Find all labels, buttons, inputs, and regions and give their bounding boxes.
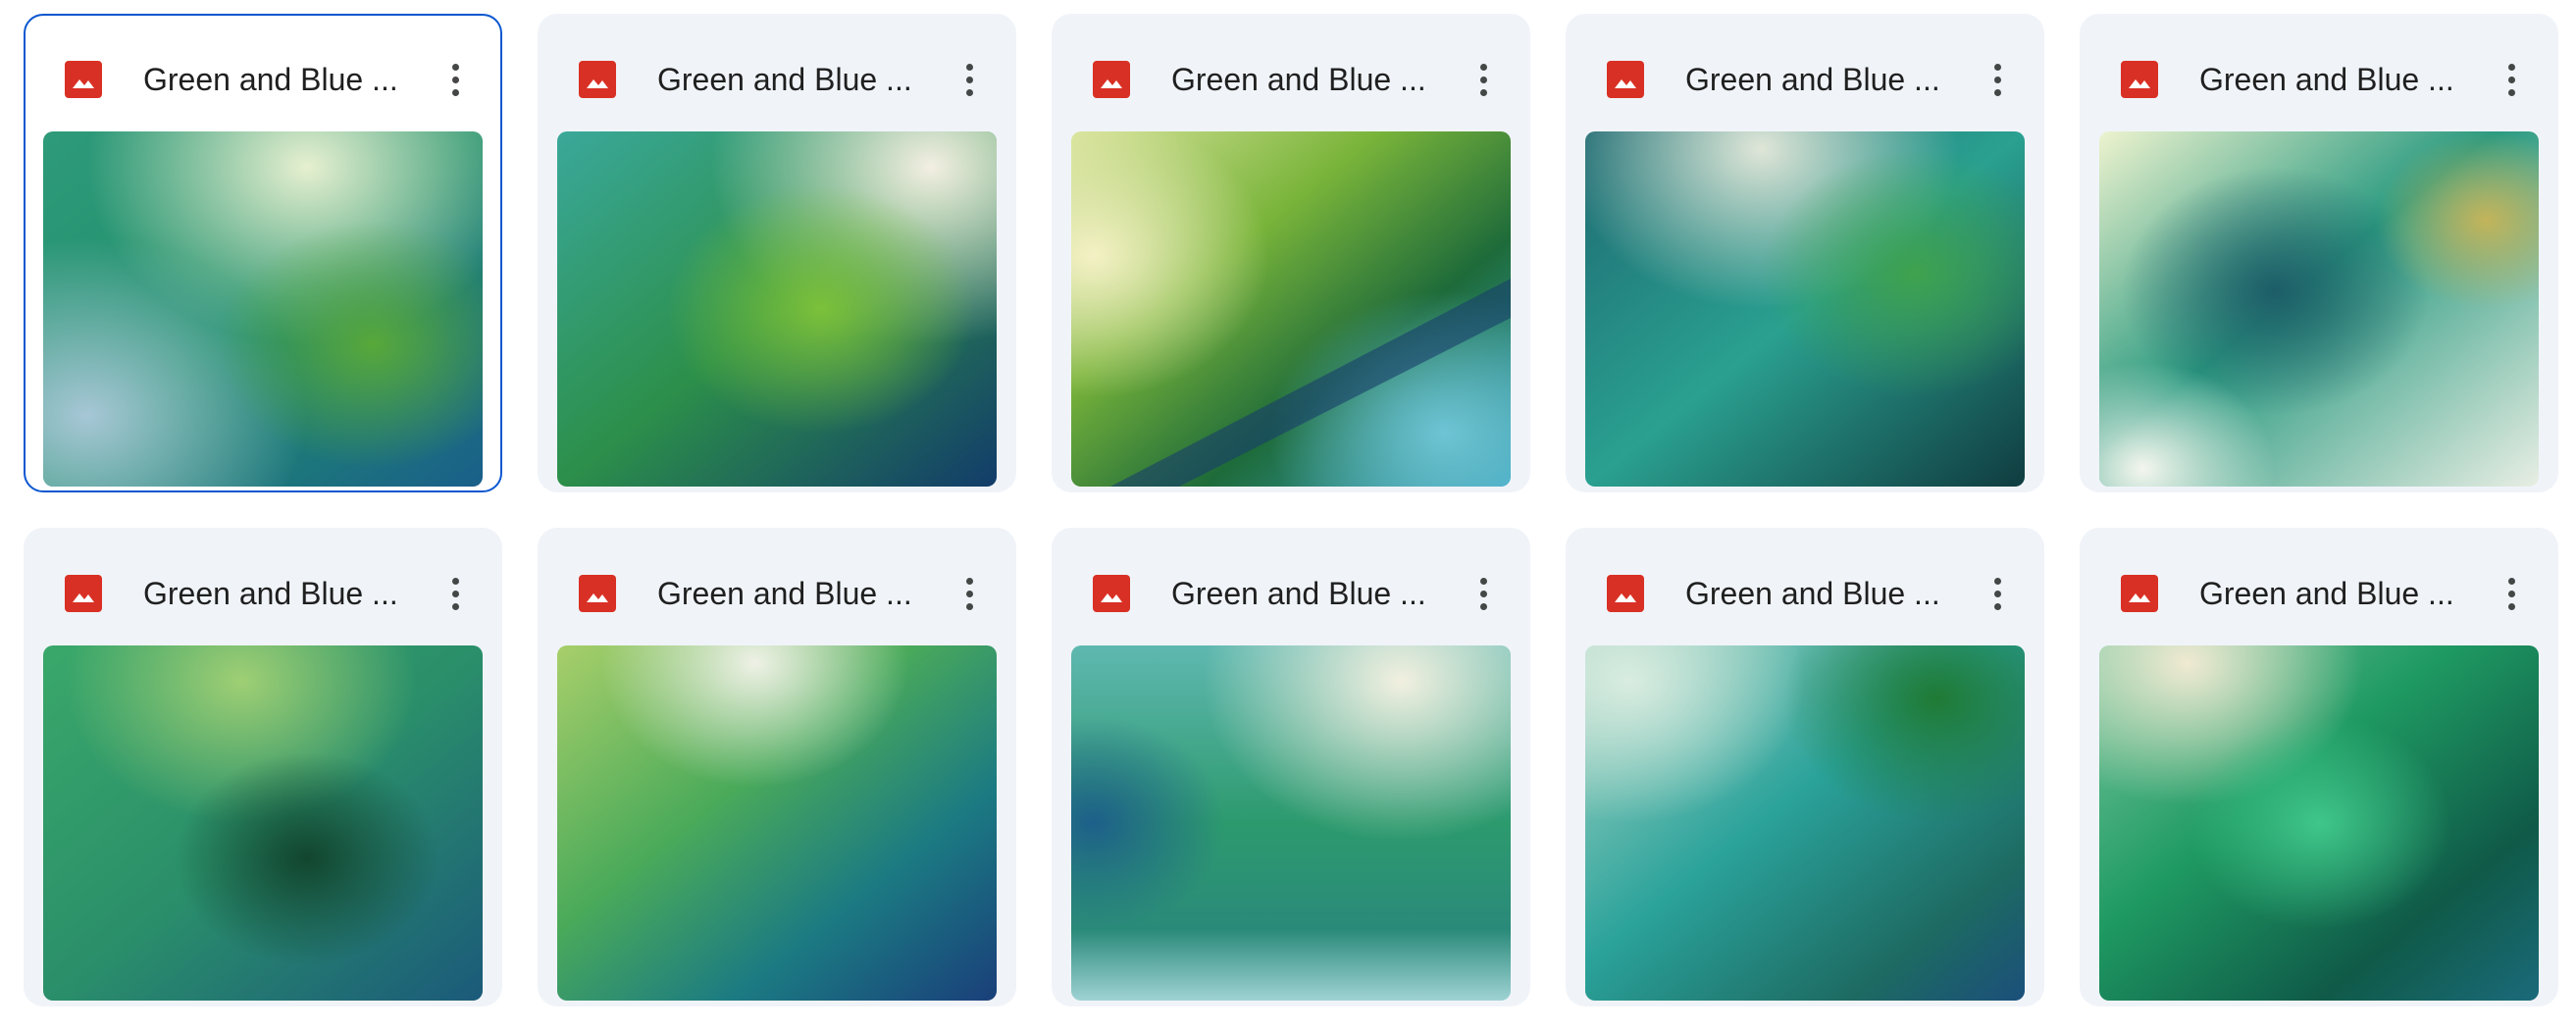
file-card[interactable]: Green and Blue ... xyxy=(538,528,1016,1006)
file-card[interactable]: Green and Blue ... xyxy=(538,14,1016,492)
image-thumbnail[interactable] xyxy=(557,131,997,487)
more-options-icon[interactable] xyxy=(2494,569,2529,620)
file-card-header: Green and Blue ... xyxy=(26,16,500,120)
image-thumbnail[interactable] xyxy=(557,645,997,1001)
file-card[interactable]: Green and Blue ... xyxy=(2080,14,2558,492)
image-file-icon xyxy=(2121,575,2158,612)
image-file-icon xyxy=(1093,575,1130,612)
file-card-header: Green and Blue ... xyxy=(2080,528,2558,632)
more-options-icon[interactable] xyxy=(438,55,473,106)
image-file-icon xyxy=(2121,61,2158,98)
more-options-icon[interactable] xyxy=(1466,55,1501,106)
file-name: Green and Blue ... xyxy=(1685,62,1940,97)
file-card-header: Green and Blue ... xyxy=(538,528,1016,632)
file-name: Green and Blue ... xyxy=(143,62,398,97)
file-name: Green and Blue ... xyxy=(657,576,912,611)
image-file-icon xyxy=(65,575,102,612)
file-name: Green and Blue ... xyxy=(1171,62,1426,97)
file-card-header: Green and Blue ... xyxy=(2080,14,2558,118)
file-name: Green and Blue ... xyxy=(657,62,912,97)
more-options-icon[interactable] xyxy=(1980,55,2015,106)
file-card[interactable]: Green and Blue ... xyxy=(1566,14,2044,492)
file-name: Green and Blue ... xyxy=(1685,576,1940,611)
file-card-header: Green and Blue ... xyxy=(538,14,1016,118)
image-thumbnail[interactable] xyxy=(43,645,483,1001)
image-file-icon xyxy=(65,61,102,98)
file-card-header: Green and Blue ... xyxy=(24,528,502,632)
image-thumbnail[interactable] xyxy=(43,131,483,487)
file-name: Green and Blue ... xyxy=(2199,62,2454,97)
image-file-icon xyxy=(579,61,616,98)
file-card-header: Green and Blue ... xyxy=(1052,14,1530,118)
image-file-icon xyxy=(579,575,616,612)
file-grid: Green and Blue ... Green and Blue ... Gr… xyxy=(0,0,2576,1030)
image-thumbnail[interactable] xyxy=(1585,645,2025,1001)
file-card[interactable]: Green and Blue ... xyxy=(1052,528,1530,1006)
file-card-header: Green and Blue ... xyxy=(1052,528,1530,632)
file-name: Green and Blue ... xyxy=(2199,576,2454,611)
file-card-header: Green and Blue ... xyxy=(1566,528,2044,632)
image-thumbnail[interactable] xyxy=(2099,645,2539,1001)
image-file-icon xyxy=(1607,575,1644,612)
image-file-icon xyxy=(1093,61,1130,98)
more-options-icon[interactable] xyxy=(952,55,987,106)
image-thumbnail[interactable] xyxy=(1585,131,2025,487)
more-options-icon[interactable] xyxy=(952,569,987,620)
image-file-icon xyxy=(1607,61,1644,98)
more-options-icon[interactable] xyxy=(2494,55,2529,106)
image-thumbnail[interactable] xyxy=(1071,645,1511,1001)
file-name: Green and Blue ... xyxy=(143,576,398,611)
image-thumbnail[interactable] xyxy=(2099,131,2539,487)
file-card[interactable]: Green and Blue ... xyxy=(1052,14,1530,492)
file-card[interactable]: Green and Blue ... xyxy=(1566,528,2044,1006)
image-thumbnail[interactable] xyxy=(1071,131,1511,487)
file-card[interactable]: Green and Blue ... xyxy=(24,528,502,1006)
more-options-icon[interactable] xyxy=(1466,569,1501,620)
file-card[interactable]: Green and Blue ... xyxy=(2080,528,2558,1006)
more-options-icon[interactable] xyxy=(438,569,473,620)
file-name: Green and Blue ... xyxy=(1171,576,1426,611)
more-options-icon[interactable] xyxy=(1980,569,2015,620)
file-card-header: Green and Blue ... xyxy=(1566,14,2044,118)
file-card[interactable]: Green and Blue ... xyxy=(24,14,502,492)
